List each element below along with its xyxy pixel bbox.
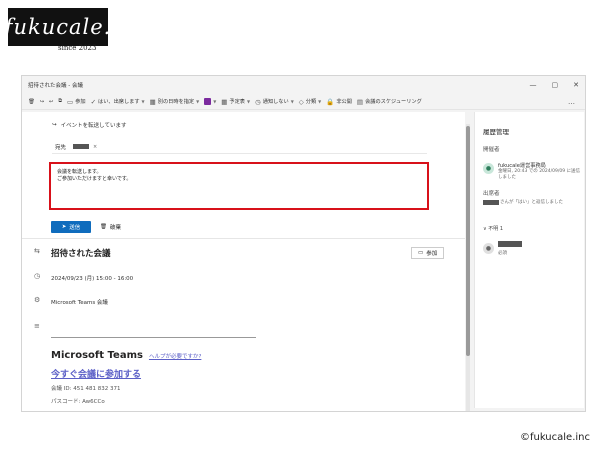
scheduling-label: 会議のスケジューリング — [365, 99, 422, 105]
delete-icon[interactable]: 🗑 — [28, 99, 35, 105]
tracking-panel: 履歴管理 開催者 ● fukucale運営事務局 金曜日, 20:43 での 2… — [474, 112, 584, 408]
maximize-button[interactable]: ▢ — [552, 81, 559, 89]
forward-icon[interactable]: ↪ — [40, 99, 44, 105]
onenote-icon — [204, 98, 212, 105]
people-icon: ▤ — [356, 97, 364, 106]
join-toolbar-button[interactable]: ▭ 参加 — [67, 98, 86, 106]
recipient-chip-redacted[interactable] — [73, 144, 90, 149]
fukucale-logo: fukucale. — [5, 8, 110, 46]
forwarding-notice: ↪ イベントを転送しています — [52, 121, 126, 129]
private-label: 非公開 — [336, 99, 352, 105]
unknown-attendee-name-redacted — [498, 241, 522, 247]
divider — [22, 238, 465, 239]
chevron-down-icon: ▼ — [290, 99, 294, 104]
event-icon: ⇆ — [34, 247, 40, 255]
video-icon: ▭ — [67, 97, 74, 106]
scheduling-assistant-button[interactable]: ▤ 会議のスケジューリング — [357, 98, 422, 106]
send-icon: ➤ — [61, 224, 67, 230]
trash-icon: 🗑 — [100, 224, 107, 230]
teams-help-link[interactable]: ヘルプが必要ですか? — [149, 352, 201, 360]
category-button[interactable]: ◇ 分類 ▼ — [299, 98, 321, 106]
to-field[interactable]: 宛先 × — [52, 140, 427, 154]
attendees-label: 出席者 — [483, 191, 500, 197]
title-bar: 招待された会議 - 会議 — [22, 76, 585, 93]
logo-since: since 2023 — [58, 44, 97, 52]
unknown-attendee-status: 必須 — [498, 251, 507, 256]
copyright: ©fukucale.inc — [519, 432, 590, 443]
teams-meeting-id: 会議 ID: 451 481 832 371 — [51, 386, 121, 392]
teams-join-link[interactable]: 今すぐ会議に参加する — [51, 367, 141, 380]
outlook-window: 招待された会議 - 会議 — ▢ ✕ 🗑 ↪ ↩ ⧉ ▭ 参加 ✓ はい、出席し… — [21, 75, 586, 412]
chevron-down-icon: ▼ — [318, 99, 322, 104]
event-datetime: 2024/09/23 (月) 15:00 - 16:00 — [51, 276, 134, 282]
teams-passcode: パスコード: Aw6CCo — [51, 399, 105, 405]
teams-title-text: Microsoft Teams — [51, 350, 143, 361]
more-icon[interactable]: … — [568, 98, 575, 106]
organizer-sent-info: 金曜日, 20:43 での 2024/09/09 に送信しました — [498, 169, 581, 180]
reminder-button[interactable]: ◷ 通知しない ▼ — [255, 98, 294, 106]
check-icon: ✓ — [90, 97, 97, 106]
window-controls: — ▢ ✕ — [530, 76, 580, 93]
remove-recipient-icon[interactable]: × — [93, 144, 97, 150]
attendee-status: さんが「はい」と返信しました — [500, 200, 563, 205]
onenote-button[interactable]: ▼ — [204, 98, 216, 105]
chevron-down-icon: ▼ — [247, 99, 251, 104]
event-join-button[interactable]: ▭ 参加 — [411, 247, 445, 259]
event-join-label: 参加 — [426, 251, 438, 257]
tag-icon: ◇ — [298, 97, 304, 106]
forward-arrow-icon: ↪ — [52, 122, 57, 128]
organizer-name[interactable]: fukucale運営事務局 — [498, 162, 546, 169]
calendar-label: 予定表 — [229, 99, 245, 105]
chevron-down-icon: ▼ — [141, 99, 145, 104]
private-button[interactable]: 🔒 非公開 — [326, 98, 352, 106]
compose-pane: ↪ イベントを転送しています 宛先 × 会議を転送します。 ご参加いただけますと… — [22, 112, 465, 411]
description-rule — [51, 337, 256, 338]
message-body[interactable]: 会議を転送します。 ご参加いただけますと幸いです。 — [49, 162, 429, 210]
lock-icon: 🔒 — [326, 97, 335, 106]
close-button[interactable]: ✕ — [573, 81, 579, 89]
tracking-title: 履歴管理 — [483, 128, 509, 136]
unknown-section-toggle[interactable]: ∨ 不明 1 — [483, 225, 503, 232]
avatar: ● — [483, 243, 494, 254]
clock-icon: ◷ — [34, 272, 41, 280]
calendar-button[interactable]: ▦ 予定表 ▼ — [221, 98, 250, 106]
message-line: 会議を転送します。 — [57, 169, 102, 175]
minimize-button[interactable]: — — [530, 81, 537, 89]
clock-icon: ◷ — [255, 97, 261, 106]
chevron-down-icon: ▼ — [196, 99, 200, 104]
to-label[interactable]: 宛先 — [52, 142, 69, 152]
logo-text: fukucale. — [4, 15, 112, 39]
discard-label: 破棄 — [109, 225, 121, 231]
category-label: 分類 — [305, 99, 317, 105]
send-label: 送信 — [69, 225, 81, 231]
accept-label: はい、出席します — [98, 99, 140, 105]
copy-icon[interactable]: ⧉ — [58, 98, 62, 105]
location-icon: ⚙ — [34, 296, 41, 304]
calendar-icon: ▦ — [149, 97, 156, 106]
event-location: Microsoft Teams 会議 — [51, 300, 108, 306]
discard-button[interactable]: 🗑 破棄 — [100, 221, 121, 233]
calendar-icon: ▦ — [221, 97, 228, 106]
video-icon: ▭ — [418, 250, 424, 256]
join-toolbar-label: 参加 — [75, 99, 86, 105]
propose-time-label: 別の日時を指定 — [157, 99, 195, 105]
event-title: 招待された会議 — [51, 249, 111, 259]
toolbar: 🗑 ↪ ↩ ⧉ ▭ 参加 ✓ はい、出席します ▼ ▦ 別の日時を指定 ▼ ▼ … — [22, 94, 585, 110]
attendee-row: さんが「はい」と返信しました — [483, 199, 563, 205]
chevron-down-icon: ▼ — [213, 99, 217, 104]
send-button[interactable]: ➤ 送信 — [51, 221, 91, 233]
reply-icon[interactable]: ↩ — [49, 99, 53, 105]
avatar[interactable]: ● — [483, 163, 494, 174]
organizer-label: 開催者 — [483, 147, 500, 153]
forwarding-notice-text: イベントを転送しています — [60, 123, 127, 129]
description-icon: ≡ — [34, 322, 40, 330]
reminder-label: 通知しない — [262, 99, 289, 105]
scrollbar-thumb[interactable] — [466, 126, 470, 356]
propose-time-button[interactable]: ▦ 別の日時を指定 ▼ — [150, 98, 200, 106]
attendee-name-redacted — [483, 199, 499, 205]
accept-button[interactable]: ✓ はい、出席します ▼ — [91, 98, 145, 106]
message-line: ご参加いただけますと幸いです。 — [57, 176, 132, 182]
teams-title: Microsoft Teams ヘルプが必要ですか? — [51, 350, 201, 361]
window-title: 招待された会議 - 会議 — [28, 82, 83, 89]
